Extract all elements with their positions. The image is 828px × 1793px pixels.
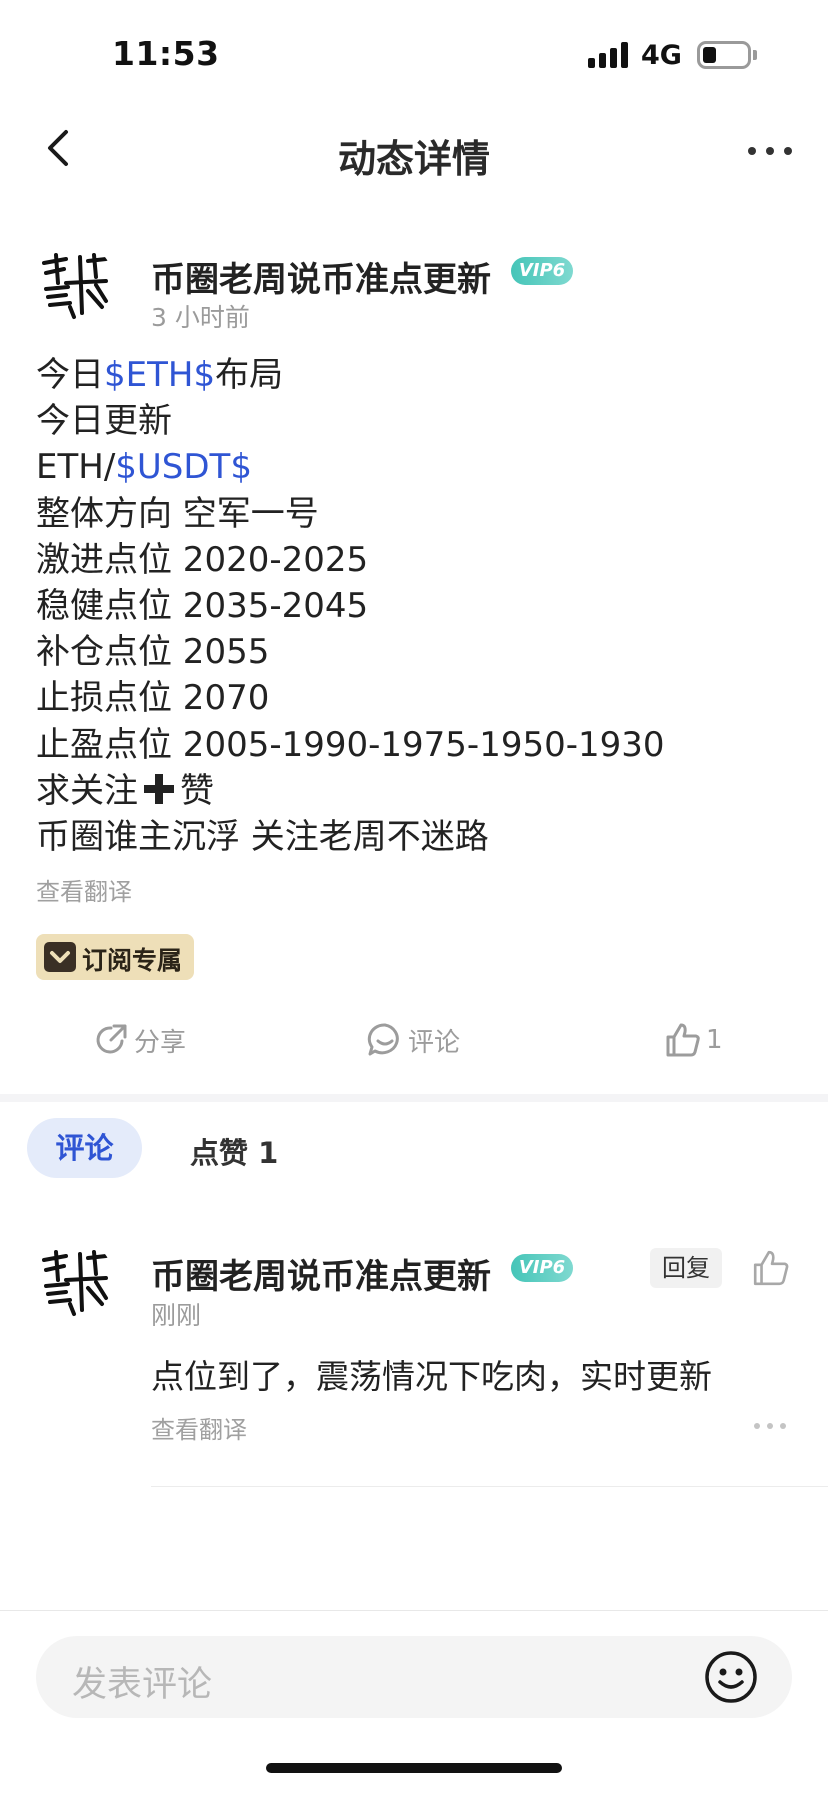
post-text: ETH/ <box>36 447 116 488</box>
post-time: 3 小时前 <box>151 303 250 332</box>
plus-icon <box>144 773 174 804</box>
author-avatar[interactable] <box>36 243 114 321</box>
bottom-divider <box>0 1610 828 1611</box>
status-time: 11:53 <box>112 34 220 73</box>
coin-tag-link[interactable]: $USDT$ <box>115 447 252 487</box>
post-text: 币圈谁主沉浮 关注老周不迷路 <box>36 817 489 858</box>
post-text: 激进点位 2020-2025 <box>36 539 369 580</box>
thumbs-up-icon <box>666 1023 700 1057</box>
post-text: 止盈点位 2005-1990-1975-1950-1930 <box>36 724 665 765</box>
tab-likes[interactable]: 点赞 1 <box>190 1130 278 1172</box>
more-options-button[interactable] <box>744 136 796 166</box>
post-line: 整体方向 空军一号 <box>36 491 796 537</box>
comment-label: 评论 <box>408 1027 461 1058</box>
post-author-name[interactable]: 币圈老周说币准点更新 <box>151 252 491 301</box>
vip-badge: VIP6 <box>511 257 573 285</box>
comment-time: 刚刚 <box>151 1301 202 1330</box>
post-text: 赞 <box>180 770 214 811</box>
smiley-icon <box>705 1651 757 1703</box>
comment-translate-link[interactable]: 查看翻译 <box>151 1410 247 1445</box>
share-button[interactable]: 分享 <box>92 1018 186 1062</box>
more-horizontal-icon <box>754 1423 786 1429</box>
comment-divider <box>151 1486 828 1487</box>
like-count: 1 <box>706 1025 723 1055</box>
post-content: 今日$ETH$布局 今日更新 ETH/$USDT$ 整体方向 空军一号 激进点位… <box>36 352 796 860</box>
comment-like-button[interactable] <box>751 1248 791 1288</box>
post-line: 今日更新 <box>36 398 796 444</box>
post-text: 今日 <box>36 355 104 395</box>
home-indicator <box>266 1763 562 1773</box>
subscribe-label: 订阅专属 <box>82 946 183 975</box>
reply-button[interactable]: 回复 <box>650 1248 722 1288</box>
post-line: 求关注 赞 <box>36 768 796 814</box>
post-line: 止盈点位 2005-1990-1975-1950-1930 <box>36 722 796 768</box>
post-text: 布局 <box>215 355 284 395</box>
coin-tag-link[interactable]: $ETH$ <box>104 355 215 395</box>
comment-input-placeholder: 发表评论 <box>72 1665 213 1705</box>
network-type: 4G <box>641 40 682 71</box>
nav-bar: 动态详情 <box>0 110 828 192</box>
subscribe-icon <box>44 942 76 972</box>
emoji-button[interactable] <box>703 1649 759 1705</box>
comment-author-name[interactable]: 币圈老周说币准点更新 <box>151 1249 491 1298</box>
section-divider <box>0 1094 828 1102</box>
tab-comments[interactable]: 评论 <box>27 1118 142 1178</box>
post-text: 今日更新 <box>36 401 172 442</box>
post-text: 止损点位 2070 <box>36 678 270 719</box>
subscribe-badge[interactable]: 订阅专属 <box>36 934 194 980</box>
post-text: 稳健点位 2035-2045 <box>36 586 369 627</box>
comment-input[interactable]: 发表评论 <box>36 1636 792 1718</box>
comment-tabs: 评论 点赞 1 <box>0 1116 828 1182</box>
more-horizontal-icon <box>748 147 792 155</box>
vip-badge: VIP6 <box>511 1254 573 1282</box>
page-title: 动态详情 <box>337 137 490 181</box>
like-button[interactable]: 1 <box>664 1018 723 1062</box>
calligraphy-avatar-icon <box>37 244 113 320</box>
share-label: 分享 <box>134 1027 187 1058</box>
post-line: 今日$ETH$布局 <box>36 352 796 398</box>
post-line: 补仓点位 2055 <box>36 629 796 675</box>
thumbs-up-icon <box>753 1250 789 1286</box>
calligraphy-avatar-icon <box>37 1241 113 1317</box>
post-text: 整体方向 空军一号 <box>36 493 319 534</box>
translate-link[interactable]: 查看翻译 <box>36 872 132 907</box>
post-line: 币圈谁主沉浮 关注老周不迷路 <box>36 814 796 860</box>
commenter-avatar[interactable] <box>36 1240 114 1318</box>
status-bar: 11:53 4G <box>0 0 828 110</box>
post-line: 稳健点位 2035-2045 <box>36 583 796 629</box>
battery-icon <box>697 41 751 69</box>
post-text: 补仓点位 2055 <box>36 632 270 673</box>
post-action-bar: 分享 评论 1 <box>0 1010 828 1070</box>
comment-bubble-icon <box>367 1023 399 1056</box>
post-line: 止损点位 2070 <box>36 675 796 721</box>
battery-cap <box>753 50 757 60</box>
comment-more-button[interactable] <box>752 1414 788 1438</box>
comment-text: 点位到了，震荡情况下吃肉，实时更新 <box>151 1357 712 1396</box>
cellular-signal-icon <box>588 42 630 68</box>
post-line: ETH/$USDT$ <box>36 444 796 490</box>
post-text: 求关注 <box>36 770 138 811</box>
post-line: 激进点位 2020-2025 <box>36 537 796 583</box>
share-icon <box>96 1024 127 1054</box>
comment-button[interactable]: 评论 <box>366 1018 460 1062</box>
